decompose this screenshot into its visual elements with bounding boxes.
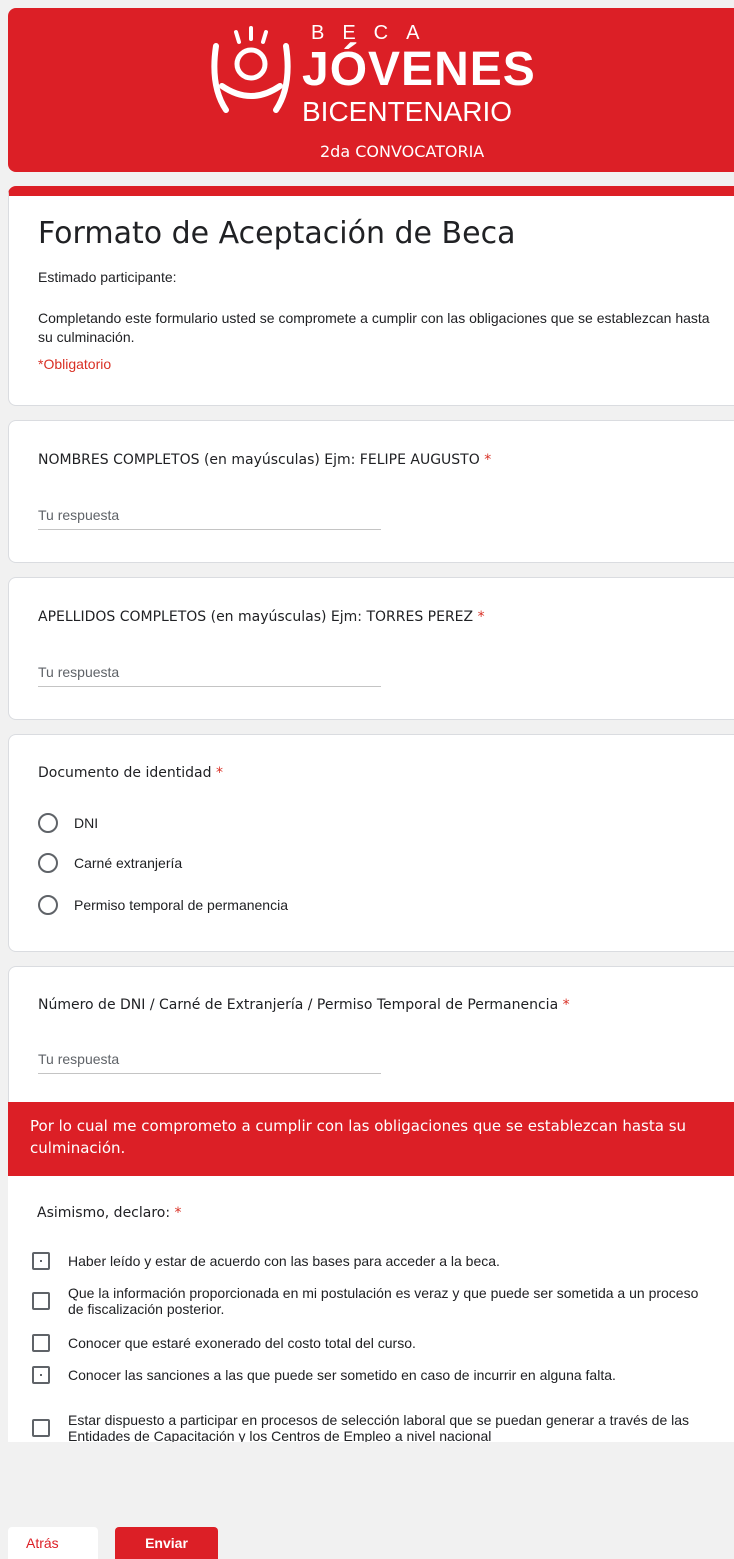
required-star: * — [562, 997, 570, 1013]
required-star: * — [215, 765, 223, 781]
question-card-numero: Número de DNI / Carné de Extranjería / P… — [8, 966, 734, 1116]
checkbox-label: Haber leído y estar de acuerdo con las b… — [68, 1253, 500, 1269]
checkbox-label: Conocer que estaré exonerado del costo t… — [68, 1335, 416, 1351]
checkbox-option-exonerado[interactable]: Conocer que estaré exonerado del costo t… — [32, 1334, 712, 1352]
checkbox-icon[interactable] — [32, 1292, 50, 1310]
question-label-nombres: NOMBRES COMPLETOS (en mayúsculas) Ejm: F… — [38, 452, 492, 468]
question-card-nombres: NOMBRES COMPLETOS (en mayúsculas) Ejm: F… — [8, 420, 734, 563]
question-label-numero: Número de DNI / Carné de Extranjería / P… — [38, 997, 570, 1013]
form-title-card: Formato de Aceptación de Beca Estimado p… — [8, 186, 734, 406]
brand-main-text: JÓVENES — [302, 43, 536, 96]
radio-circle-icon[interactable] — [38, 895, 58, 915]
radio-option-carne[interactable]: Carné extranjería — [38, 853, 182, 873]
checkbox-label: Conocer las sanciones a las que puede se… — [68, 1367, 616, 1383]
submit-button[interactable]: Enviar — [115, 1527, 218, 1559]
required-star: * — [484, 452, 492, 468]
question-label-documento: Documento de identidad * — [38, 765, 223, 781]
checkbox-icon[interactable] — [32, 1334, 50, 1352]
form-page: BECA JÓVENES BICENTENARIO 2da CONVOCATOR… — [0, 0, 734, 1559]
brand-sub-text: BICENTENARIO — [302, 96, 513, 127]
numero-input[interactable] — [38, 1051, 381, 1074]
checkbox-icon[interactable] — [32, 1252, 50, 1270]
radio-label: Carné extranjería — [74, 855, 183, 871]
question-label-apellidos: APELLIDOS COMPLETOS (en mayúsculas) Ejm:… — [38, 609, 485, 625]
question-card-documento: Documento de identidad * DNI Carné extra… — [8, 734, 734, 952]
radio-option-dni[interactable]: DNI — [38, 813, 98, 833]
edition-text: 2da CONVOCATORIA — [320, 142, 485, 161]
person-raised-arms-icon — [211, 26, 291, 113]
checkbox-label: Estar dispuesto a participar en procesos… — [68, 1412, 690, 1444]
checkbox-option-bases[interactable]: Haber leído y estar de acuerdo con las b… — [32, 1252, 712, 1270]
checkbox-option-sanciones[interactable]: Conocer las sanciones a las que puede se… — [32, 1366, 712, 1384]
required-note: *Obligatorio — [38, 356, 112, 372]
apellidos-input[interactable] — [38, 664, 381, 687]
description-text: Completando este formulario usted se com… — [38, 310, 710, 345]
checkbox-icon[interactable] — [32, 1419, 50, 1437]
back-button[interactable]: Atrás — [8, 1527, 98, 1559]
section-header: Por lo cual me comprometo a cumplir con … — [8, 1102, 734, 1176]
checkbox-label: Que la información proporcionada en mi p… — [68, 1285, 699, 1317]
greeting-text: Estimado participante: — [38, 269, 177, 285]
question-card-apellidos: APELLIDOS COMPLETOS (en mayúsculas) Ejm:… — [8, 577, 734, 720]
page-title: Formato de Aceptación de Beca — [38, 216, 516, 251]
header-banner: BECA JÓVENES BICENTENARIO 2da CONVOCATOR… — [8, 8, 734, 172]
radio-circle-icon[interactable] — [38, 813, 58, 833]
radio-circle-icon[interactable] — [38, 853, 58, 873]
checkbox-option-seleccion-laboral[interactable]: Estar dispuesto a participar en procesos… — [32, 1412, 712, 1444]
radio-option-permiso[interactable]: Permiso temporal de permanencia — [38, 895, 288, 915]
radio-label: DNI — [74, 815, 99, 831]
required-star: * — [174, 1205, 182, 1221]
declaration-section: Asimismo, declaro: * Haber leído y estar… — [8, 1176, 734, 1444]
checkbox-icon[interactable] — [32, 1366, 50, 1384]
required-star: * — [477, 609, 485, 625]
declaration-label: Asimismo, declaro: * — [37, 1205, 182, 1221]
nombres-input[interactable] — [38, 507, 381, 530]
radio-label: Permiso temporal de permanencia — [74, 897, 288, 913]
checkbox-option-veraz[interactable]: Que la información proporcionada en mi p… — [32, 1285, 712, 1317]
